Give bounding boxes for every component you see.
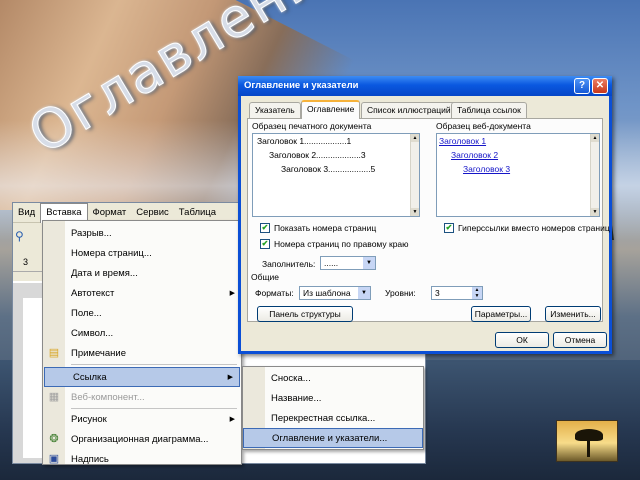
menu-item-autotext[interactable]: Автотекст ▶ <box>43 283 241 303</box>
submenu-item-cross-reference[interactable]: Перекрестная ссылка... <box>243 409 423 429</box>
show-page-numbers-label: Показать номера страниц <box>274 223 377 233</box>
submenu-arrow-icon: ▶ <box>229 290 235 297</box>
chevron-down-icon[interactable]: ▼ <box>363 257 375 269</box>
cancel-button[interactable]: Отмена <box>553 332 607 348</box>
menu-item-picture[interactable]: Рисунок ▶ <box>43 409 241 429</box>
toc-dialog: Оглавление и указатели ? ✕ Указатель Огл… <box>238 76 612 354</box>
menu-item-symbol[interactable]: Символ... <box>43 323 241 343</box>
menu-item-comment[interactable]: ▤ Примечание <box>43 343 241 363</box>
scroll-up-icon[interactable]: ▲ <box>591 134 599 142</box>
help-button[interactable]: ? <box>574 78 590 94</box>
options-button[interactable]: Параметры... <box>471 306 531 322</box>
filler-value: ...... <box>324 258 339 268</box>
menu-item-web-component[interactable]: ▦ Веб-компонент... <box>43 387 241 407</box>
hyperlinks-label: Гиперссылки вместо номеров страниц <box>458 223 610 233</box>
web-preview-box: Заголовок 1 Заголовок 2 Заголовок 3 ▲ ▼ <box>436 133 600 217</box>
right-align-label: Номера страниц по правому краю <box>274 239 409 249</box>
menu-item-field[interactable]: Поле... <box>43 303 241 323</box>
ok-button[interactable]: ОК <box>495 332 549 348</box>
web-preview-link: Заголовок 2 <box>451 150 499 160</box>
hyperlinks-checkbox[interactable]: ✔ <box>444 223 454 233</box>
menu-item-reference[interactable]: Ссылка ▶ <box>44 367 240 387</box>
modify-button[interactable]: Изменить... <box>545 306 601 322</box>
comment-icon: ▤ <box>48 347 60 359</box>
reference-submenu: Сноска... Название... Перекрестная ссылк… <box>242 366 424 450</box>
submenu-item-caption[interactable]: Название... <box>243 389 423 409</box>
tab-toc[interactable]: Оглавление <box>301 100 361 119</box>
levels-spinner[interactable]: 3 ▲ ▼ <box>431 286 483 300</box>
tree-trunk <box>587 439 590 457</box>
print-preview-label: Образец печатного документа <box>252 121 372 131</box>
menu-item-page-numbers[interactable]: Номера страниц... <box>43 243 241 263</box>
web-preview-link: Заголовок 3 <box>463 164 511 174</box>
submenu-arrow-icon: ▶ <box>229 416 235 423</box>
insert-menu: Разрыв... Номера страниц... Дата и время… <box>42 220 242 465</box>
menu-item-break[interactable]: Разрыв... <box>43 223 241 243</box>
dialog-title-bar[interactable]: Оглавление и указатели ? ✕ <box>238 76 612 96</box>
scroll-up-icon[interactable]: ▲ <box>411 134 419 142</box>
show-page-numbers-checkbox[interactable]: ✔ <box>260 223 270 233</box>
formats-label: Форматы: <box>255 288 294 298</box>
print-preview-line: Заголовок 2...................3 <box>269 150 366 160</box>
tab-authorities[interactable]: Таблица ссылок <box>451 102 527 118</box>
zoom-indicator: 3 <box>23 257 29 267</box>
levels-value: 3 <box>435 288 440 298</box>
web-preview-link: Заголовок 1 <box>439 136 487 146</box>
submenu-item-toc-and-indexes[interactable]: Оглавление и указатели... <box>243 428 423 448</box>
tab-index[interactable]: Указатель <box>249 102 301 118</box>
menu-item-date-time[interactable]: Дата и время... <box>43 263 241 283</box>
menu-separator <box>71 364 237 365</box>
menu-view[interactable]: Вид <box>13 203 40 223</box>
print-preview-box: Заголовок 1..................1 Заголовок… <box>252 133 420 217</box>
web-preview-label: Образец веб-документа <box>436 121 531 131</box>
right-align-checkbox[interactable]: ✔ <box>260 239 270 249</box>
magnifier-icon[interactable]: ⚲ <box>15 229 24 243</box>
levels-label: Уровни: <box>385 288 416 298</box>
print-preview-line: Заголовок 3..................5 <box>281 164 376 174</box>
filler-select[interactable]: ...... ▼ <box>320 256 376 270</box>
filler-label: Заполнитель: <box>262 259 316 269</box>
print-preview-line: Заголовок 1..................1 <box>257 136 352 146</box>
submenu-item-footnote[interactable]: Сноска... <box>243 369 423 389</box>
formats-value: Из шаблона <box>303 288 351 298</box>
menu-item-org-chart[interactable]: ❂ Организационная диаграмма... <box>43 429 241 449</box>
close-button[interactable]: ✕ <box>592 78 608 94</box>
org-chart-icon: ❂ <box>49 433 59 445</box>
web-preview-scrollbar[interactable]: ▲ ▼ <box>590 134 599 216</box>
dialog-title: Оглавление и указатели <box>244 80 359 91</box>
spinner-arrows-icon[interactable]: ▲ ▼ <box>472 287 482 299</box>
formats-select[interactable]: Из шаблона ▼ <box>299 286 371 300</box>
general-label: Общие <box>251 272 279 282</box>
chevron-down-icon[interactable]: ▼ <box>358 287 370 299</box>
submenu-arrow-icon: ▶ <box>227 374 233 381</box>
menu-item-textbox[interactable]: ▣ Надпись <box>43 449 241 469</box>
outline-toolbar-button[interactable]: Панель структуры <box>257 306 353 322</box>
tab-figures[interactable]: Список иллюстраций <box>361 102 457 118</box>
slide-thumbnail-image <box>556 420 618 462</box>
web-component-icon: ▦ <box>48 391 60 403</box>
print-preview-scrollbar[interactable]: ▲ ▼ <box>410 134 419 216</box>
scroll-down-icon[interactable]: ▼ <box>411 208 419 216</box>
textbox-icon: ▣ <box>48 453 60 465</box>
scroll-down-icon[interactable]: ▼ <box>591 208 599 216</box>
